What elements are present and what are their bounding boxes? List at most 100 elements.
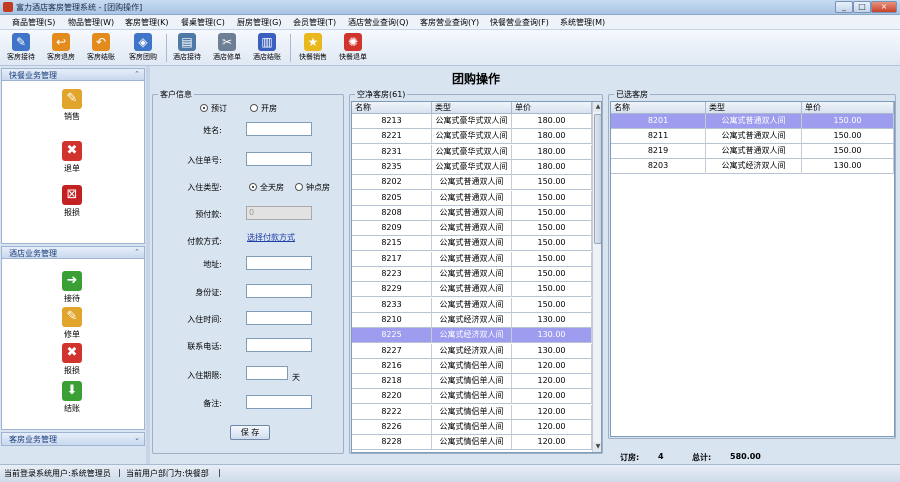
table-row[interactable]: 8216 公寓式情侣单人间 120.00 xyxy=(352,358,592,374)
cell-price: 150.00 xyxy=(512,251,592,267)
menu-system[interactable]: 系统管理(M) xyxy=(560,17,605,28)
nav-edit[interactable]: ✎ 修单 xyxy=(54,307,90,340)
nav-label: 结账 xyxy=(64,404,80,413)
stay-hourly-radio[interactable] xyxy=(295,183,303,191)
menu-fastfood-query[interactable]: 快餐营业查询(F) xyxy=(490,17,549,28)
stay-fullday-radio[interactable] xyxy=(249,183,257,191)
cancel-icon: ✖ xyxy=(62,141,82,161)
column-header-type[interactable]: 类型 xyxy=(432,102,512,114)
section-header[interactable]: 快餐业务管理 ⌃ xyxy=(2,69,144,81)
table-row[interactable]: 8215 公寓式普通双人间 150.00 xyxy=(352,236,592,252)
toolbar-fastfood-return-button[interactable]: ✺ 快餐退单 xyxy=(334,32,372,64)
collapse-icon[interactable]: ⌃ xyxy=(134,248,140,256)
section-header[interactable]: 客房业务管理 ⌄ xyxy=(2,433,144,445)
table-row[interactable]: 8229 公寓式普通双人间 150.00 xyxy=(352,282,592,298)
nav-settle[interactable]: ⬇ 结账 xyxy=(54,381,90,414)
column-header-type[interactable]: 类型 xyxy=(706,102,802,114)
checkin-time-input[interactable] xyxy=(246,311,312,325)
selected-rooms-table[interactable]: 名称 类型 单价 8201 公寓式普通双人间 150.00 8211 公寓式普通双人间 1… xyxy=(610,101,895,437)
menu-kitchen[interactable]: 厨房管理(G) xyxy=(237,17,281,28)
table-row[interactable]: 8210 公寓式经济双人间 130.00 xyxy=(352,312,592,328)
table-row[interactable]: 8209 公寓式普通双人间 150.00 xyxy=(352,221,592,237)
nav-sale[interactable]: ✎ 销售 xyxy=(54,89,90,122)
nav-checkin[interactable]: ➜ 接待 xyxy=(54,271,90,304)
menu-tables[interactable]: 餐桌管理(C) xyxy=(181,17,225,28)
table-row[interactable]: 8219 公寓式普通双人间 150.00 xyxy=(611,144,894,159)
table-row[interactable]: 8231 公寓式豪华式双人间 180.00 xyxy=(352,144,592,160)
table-row[interactable]: 8225 公寓式经济双人间 130.00 xyxy=(352,328,592,344)
menu-goods[interactable]: 商品管理(S) xyxy=(12,17,55,28)
scroll-down-icon[interactable]: ▼ xyxy=(593,442,601,452)
scroll-thumb[interactable] xyxy=(594,114,601,244)
save-button[interactable]: 保 存 xyxy=(230,425,270,440)
toolbar-hotel-checkin-button[interactable]: ▤ 酒店接待 xyxy=(168,32,206,64)
cell-name: 8217 xyxy=(352,251,432,267)
maximize-button[interactable]: □ xyxy=(853,1,871,13)
toolbar-room-settle-button[interactable]: ↶ 客房结账 xyxy=(82,32,120,64)
cell-type: 公寓式豪华式双人间 xyxy=(432,129,512,145)
toolbar-label: 客房接待 xyxy=(7,53,35,61)
table-row[interactable]: 8201 公寓式普通双人间 150.00 xyxy=(611,114,894,129)
remark-input[interactable] xyxy=(246,395,312,409)
period-input[interactable] xyxy=(246,366,288,380)
toolbar-room-checkout-button[interactable]: ↩ 客房退房 xyxy=(42,32,80,64)
close-button[interactable]: × xyxy=(871,1,897,13)
expand-icon[interactable]: ⌄ xyxy=(134,434,140,442)
table-row[interactable]: 8233 公寓式普通双人间 150.00 xyxy=(352,297,592,313)
empty-rooms-table[interactable]: 名称 类型 单价 ▲ ▼ 8213 公寓式豪华式双人间 180.00 8221 公寓式豪… xyxy=(351,101,602,453)
nav-cancel[interactable]: ✖ 退单 xyxy=(54,141,90,174)
address-input[interactable] xyxy=(246,256,312,270)
table-row[interactable]: 8208 公寓式普通双人间 150.00 xyxy=(352,205,592,221)
minimize-button[interactable]: _ xyxy=(835,1,853,13)
tools-icon: ✂ xyxy=(218,33,236,51)
table-row[interactable]: 8217 公寓式普通双人间 150.00 xyxy=(352,251,592,267)
cell-price: 120.00 xyxy=(512,420,592,435)
nav-damage[interactable]: ⊠ 报损 xyxy=(54,185,90,218)
vertical-scrollbar[interactable]: ▲ ▼ xyxy=(592,102,601,452)
cell-name: 8208 xyxy=(352,205,432,221)
toolbar-room-group-button[interactable]: ◈ 客房团购 xyxy=(124,32,162,64)
table-row[interactable]: 8235 公寓式豪华式双人间 180.00 xyxy=(352,159,592,175)
menu-items[interactable]: 物品管理(W) xyxy=(68,17,114,28)
collapse-icon[interactable]: ⌃ xyxy=(134,70,140,78)
checkin-no-input[interactable] xyxy=(246,152,312,166)
table-row[interactable]: 8202 公寓式普通双人间 150.00 xyxy=(352,175,592,191)
pane-splitter[interactable] xyxy=(146,66,150,464)
table-row[interactable]: 8205 公寓式普通双人间 150.00 xyxy=(352,190,592,206)
nav-label: 销售 xyxy=(64,112,80,121)
section-header[interactable]: 酒店业务管理 ⌃ xyxy=(2,247,144,259)
table-row[interactable]: 8221 公寓式豪华式双人间 180.00 xyxy=(352,129,592,145)
menu-rooms[interactable]: 客房管理(K) xyxy=(125,17,169,28)
cell-type: 公寓式情侣单人间 xyxy=(432,389,512,405)
scroll-up-icon[interactable]: ▲ xyxy=(593,102,601,112)
phone-input[interactable] xyxy=(246,338,312,352)
table-row[interactable]: 8220 公寓式情侣单人间 120.00 xyxy=(352,389,592,405)
table-row[interactable]: 8228 公寓式情侣单人间 120.00 xyxy=(352,435,592,451)
name-input[interactable] xyxy=(246,122,312,136)
toolbar-hotel-settle-button[interactable]: ▥ 酒店结账 xyxy=(248,32,286,64)
column-header-name[interactable]: 名称 xyxy=(611,102,706,114)
table-row[interactable]: 8218 公寓式情侣单人间 120.00 xyxy=(352,374,592,390)
nav-hotel-damage[interactable]: ✖ 报损 xyxy=(54,343,90,376)
menu-hotel-query[interactable]: 酒店营业查询(Q) xyxy=(348,17,409,28)
toolbar-room-checkin-button[interactable]: ✎ 客房接待 xyxy=(2,32,40,64)
column-header-price[interactable]: 单价 xyxy=(512,102,592,114)
table-row[interactable]: 8211 公寓式普通双人间 150.00 xyxy=(611,129,894,144)
toolbar-fastfood-sale-button[interactable]: ★ 快餐销售 xyxy=(294,32,332,64)
menu-members[interactable]: 会员管理(T) xyxy=(293,17,336,28)
cell-type: 公寓式豪华式双人间 xyxy=(432,159,512,175)
table-row[interactable]: 8222 公寓式情侣单人间 120.00 xyxy=(352,404,592,420)
mode-open-radio[interactable] xyxy=(250,104,258,112)
table-row[interactable]: 8213 公寓式豪华式双人间 180.00 xyxy=(352,114,592,129)
toolbar-hotel-edit-button[interactable]: ✂ 酒店修单 xyxy=(208,32,246,64)
table-row[interactable]: 8227 公寓式经济双人间 130.00 xyxy=(352,343,592,359)
column-header-name[interactable]: 名称 xyxy=(352,102,432,114)
menu-room-query[interactable]: 客房营业查询(Y) xyxy=(420,17,479,28)
table-row[interactable]: 8226 公寓式情侣单人间 120.00 xyxy=(352,420,592,435)
idcard-input[interactable] xyxy=(246,284,312,298)
mode-reserve-radio[interactable] xyxy=(200,104,208,112)
table-row[interactable]: 8223 公寓式普通双人间 150.00 xyxy=(352,267,592,282)
column-header-price[interactable]: 单价 xyxy=(802,102,894,114)
select-payment-link[interactable]: 选择付款方式 xyxy=(247,232,295,243)
table-row[interactable]: 8203 公寓式经济双人间 130.00 xyxy=(611,159,894,174)
